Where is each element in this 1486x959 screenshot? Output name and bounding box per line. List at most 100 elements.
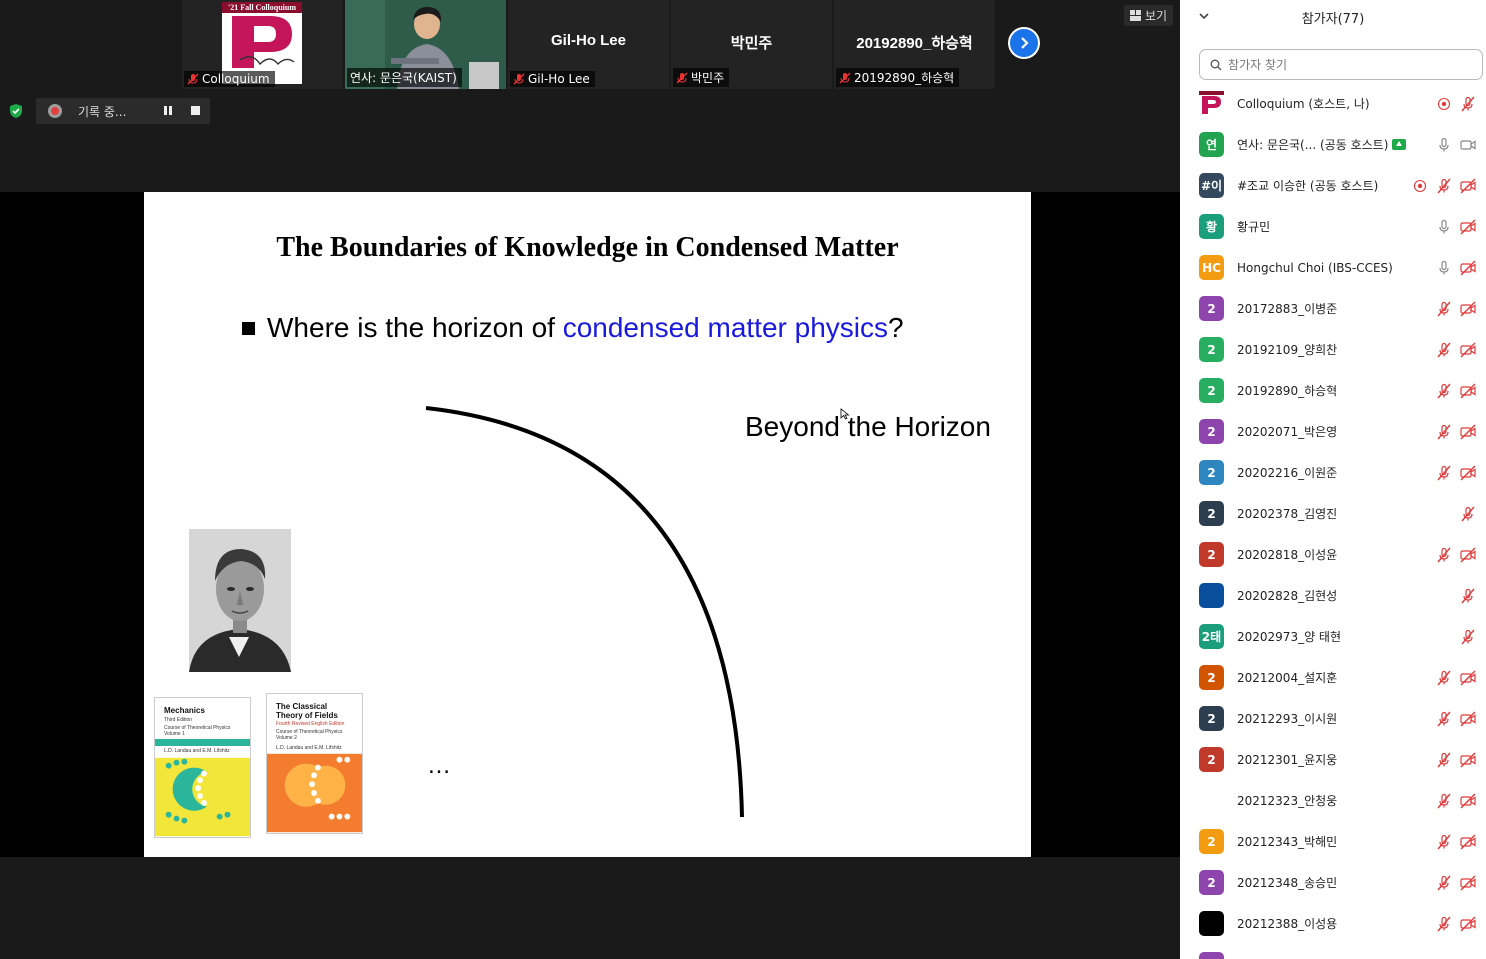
mic-muted-icon[interactable] xyxy=(1436,465,1452,481)
participant-name: 20202071_박은영 xyxy=(1237,425,1338,439)
mic-muted-icon[interactable] xyxy=(1460,629,1476,645)
video-off-icon[interactable] xyxy=(1460,834,1476,850)
participant-row[interactable]: #이 #조교 이승한 (공동 호스트) xyxy=(1180,165,1486,206)
participant-row[interactable]: 2 20172883_이병준 xyxy=(1180,288,1486,329)
mic-icon[interactable] xyxy=(1436,137,1452,153)
mic-muted-icon[interactable] xyxy=(1436,424,1452,440)
video-off-icon[interactable] xyxy=(1460,916,1476,932)
mic-muted-icon[interactable] xyxy=(1460,588,1476,604)
video-tile-speaker[interactable]: 연사: 문은국(KAIST) xyxy=(345,0,506,89)
video-tile-park-minju[interactable]: 박민주 박민주 xyxy=(671,0,832,89)
gallery-next-button[interactable] xyxy=(1008,27,1040,59)
video-tile-colloquium[interactable]: '21 Fall Colloquium Colloquium xyxy=(182,0,343,89)
avatar: 2 xyxy=(1199,665,1224,690)
video-off-icon[interactable] xyxy=(1460,383,1476,399)
mic-muted-icon[interactable] xyxy=(1436,178,1452,194)
view-button[interactable]: 보기 xyxy=(1124,5,1174,26)
avatar: 2 xyxy=(1199,460,1224,485)
mic-muted-icon[interactable] xyxy=(1460,506,1476,522)
participants-title: 참가자(77) xyxy=(1301,12,1365,27)
book-authors: L.D. Landau and E.M. Lifshitz xyxy=(164,748,230,754)
participant-row[interactable]: 2 20212343_박해민 xyxy=(1180,821,1486,862)
avatar: #이 xyxy=(1199,173,1224,198)
mic-muted-icon xyxy=(513,73,525,85)
participant-name: Gil-Ho Lee xyxy=(528,72,590,86)
mic-muted-icon[interactable] xyxy=(1436,752,1452,768)
participant-row[interactable] xyxy=(1180,944,1486,959)
participant-name: 20192890_하승혁 xyxy=(1237,384,1338,398)
book-edition: Third Edition xyxy=(164,717,193,723)
record-dot-icon xyxy=(48,104,62,118)
participant-row[interactable]: 2 20212301_윤지웅 xyxy=(1180,739,1486,780)
record-icon[interactable] xyxy=(1436,96,1452,112)
tile-center-name: Gil-Ho Lee xyxy=(550,32,626,49)
participant-row[interactable]: 2 20212293_이시원 xyxy=(1180,698,1486,739)
video-off-icon[interactable] xyxy=(1460,465,1476,481)
participant-row[interactable]: 20212323_안청웅 xyxy=(1180,780,1486,821)
mic-muted-icon[interactable] xyxy=(1436,875,1452,891)
book-title: Mechanics xyxy=(164,706,205,715)
video-off-icon[interactable] xyxy=(1460,219,1476,235)
video-off-icon[interactable] xyxy=(1460,301,1476,317)
participant-search-box[interactable] xyxy=(1199,49,1483,80)
mic-muted-icon[interactable] xyxy=(1436,670,1452,686)
participant-row[interactable]: 2태 20202973_양 태현 xyxy=(1180,616,1486,657)
video-off-icon[interactable] xyxy=(1460,670,1476,686)
participant-row[interactable]: 황 황규민 xyxy=(1180,206,1486,247)
stop-icon[interactable] xyxy=(191,106,200,115)
book-cover-art xyxy=(155,757,250,837)
participant-row[interactable]: 2 20192890_하승혁 xyxy=(1180,370,1486,411)
participant-row[interactable]: 2 20192109_양희찬 xyxy=(1180,329,1486,370)
participant-name: 20212004_설지훈 xyxy=(1237,671,1338,685)
security-shield-icon[interactable] xyxy=(8,103,24,119)
participant-row[interactable]: 2 20212004_설지훈 xyxy=(1180,657,1486,698)
mic-muted-icon[interactable] xyxy=(1436,916,1452,932)
tile-name-label: 박민주 xyxy=(673,68,730,87)
participant-row[interactable]: 2 20202378_김영진 xyxy=(1180,493,1486,534)
video-off-icon[interactable] xyxy=(1460,342,1476,358)
pause-icon[interactable] xyxy=(164,106,174,116)
mic-icon[interactable] xyxy=(1436,219,1452,235)
view-button-label: 보기 xyxy=(1145,9,1168,23)
avatar: 2 xyxy=(1199,501,1224,526)
participant-row[interactable]: 20212388_이성용 xyxy=(1180,903,1486,944)
video-tile-gil-ho-lee[interactable]: Gil-Ho Lee Gil-Ho Lee xyxy=(508,0,669,89)
mic-muted-icon[interactable] xyxy=(1436,383,1452,399)
physics-p-logo-icon xyxy=(232,16,295,68)
video-off-icon[interactable] xyxy=(1460,424,1476,440)
video-off-icon[interactable] xyxy=(1460,178,1476,194)
participant-row[interactable]: 20202828_김현성 xyxy=(1180,575,1486,616)
avatar: 연 xyxy=(1199,132,1224,157)
participant-row[interactable]: 2 20202216_이원준 xyxy=(1180,452,1486,493)
participant-search-input[interactable] xyxy=(1228,57,1468,72)
mic-icon[interactable] xyxy=(1436,260,1452,276)
mic-muted-icon[interactable] xyxy=(1436,793,1452,809)
participant-name: 20202216_이원준 xyxy=(1237,466,1338,480)
avatar: 2태 xyxy=(1199,624,1224,649)
participant-name: Colloquium (호스트, 나) xyxy=(1237,97,1370,111)
mic-muted-icon[interactable] xyxy=(1460,96,1476,112)
participant-row[interactable]: 연 연사: 문은국(... (공동 호스트) xyxy=(1180,124,1486,165)
video-off-icon[interactable] xyxy=(1460,752,1476,768)
book-title-line: The Classical xyxy=(276,702,328,711)
record-icon[interactable] xyxy=(1412,178,1428,194)
video-off-icon[interactable] xyxy=(1460,793,1476,809)
mic-muted-icon[interactable] xyxy=(1436,834,1452,850)
video-icon[interactable] xyxy=(1460,137,1476,153)
participant-row[interactable]: 2 20212348_송승민 xyxy=(1180,862,1486,903)
video-tile-ha-seunghyuk[interactable]: 20192890_하승혁 20192890_하승혁 xyxy=(834,0,995,89)
participant-row[interactable]: Colloquium (호스트, 나) xyxy=(1180,83,1486,124)
participant-row[interactable]: 2 20202818_이성윤 xyxy=(1180,534,1486,575)
participant-row[interactable]: HC Hongchul Choi (IBS-CCES) xyxy=(1180,247,1486,288)
mic-muted-icon[interactable] xyxy=(1436,711,1452,727)
mic-muted-icon[interactable] xyxy=(1436,547,1452,563)
participant-row[interactable]: 2 20202071_박은영 xyxy=(1180,411,1486,452)
mic-muted-icon[interactable] xyxy=(1436,342,1452,358)
mic-muted-icon[interactable] xyxy=(1436,301,1452,317)
video-off-icon[interactable] xyxy=(1460,875,1476,891)
video-off-icon[interactable] xyxy=(1460,260,1476,276)
tile-name-label: Gil-Ho Lee xyxy=(510,71,595,87)
video-off-icon[interactable] xyxy=(1460,711,1476,727)
video-off-icon[interactable] xyxy=(1460,547,1476,563)
avatar: 2 xyxy=(1199,419,1224,444)
